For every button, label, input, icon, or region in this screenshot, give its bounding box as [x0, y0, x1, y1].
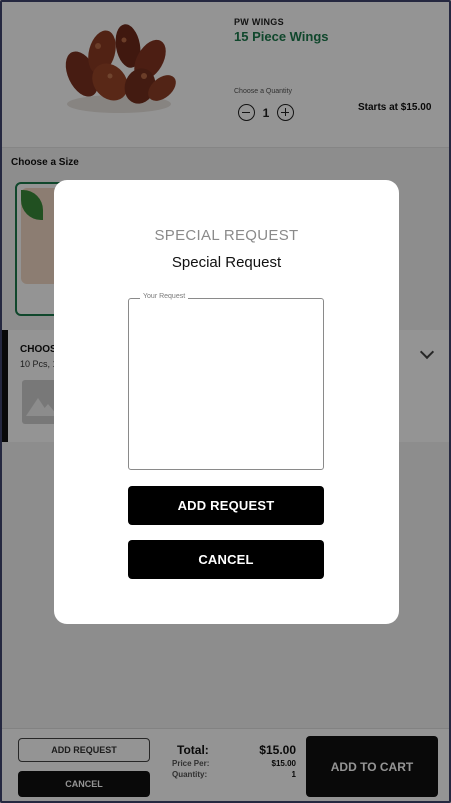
request-textarea[interactable]	[133, 307, 317, 463]
modal-subheading: Special Request	[171, 254, 282, 271]
request-field-label: Your Request	[140, 293, 189, 300]
special-request-modal: SPECIAL REQUEST Special Request Your Req…	[54, 180, 399, 624]
cancel-button[interactable]: CANCEL	[128, 540, 324, 579]
request-field: Your Request	[128, 293, 324, 470]
add-request-button[interactable]: ADD REQUEST	[128, 486, 324, 525]
modal-heading: SPECIAL REQUEST	[154, 227, 299, 244]
